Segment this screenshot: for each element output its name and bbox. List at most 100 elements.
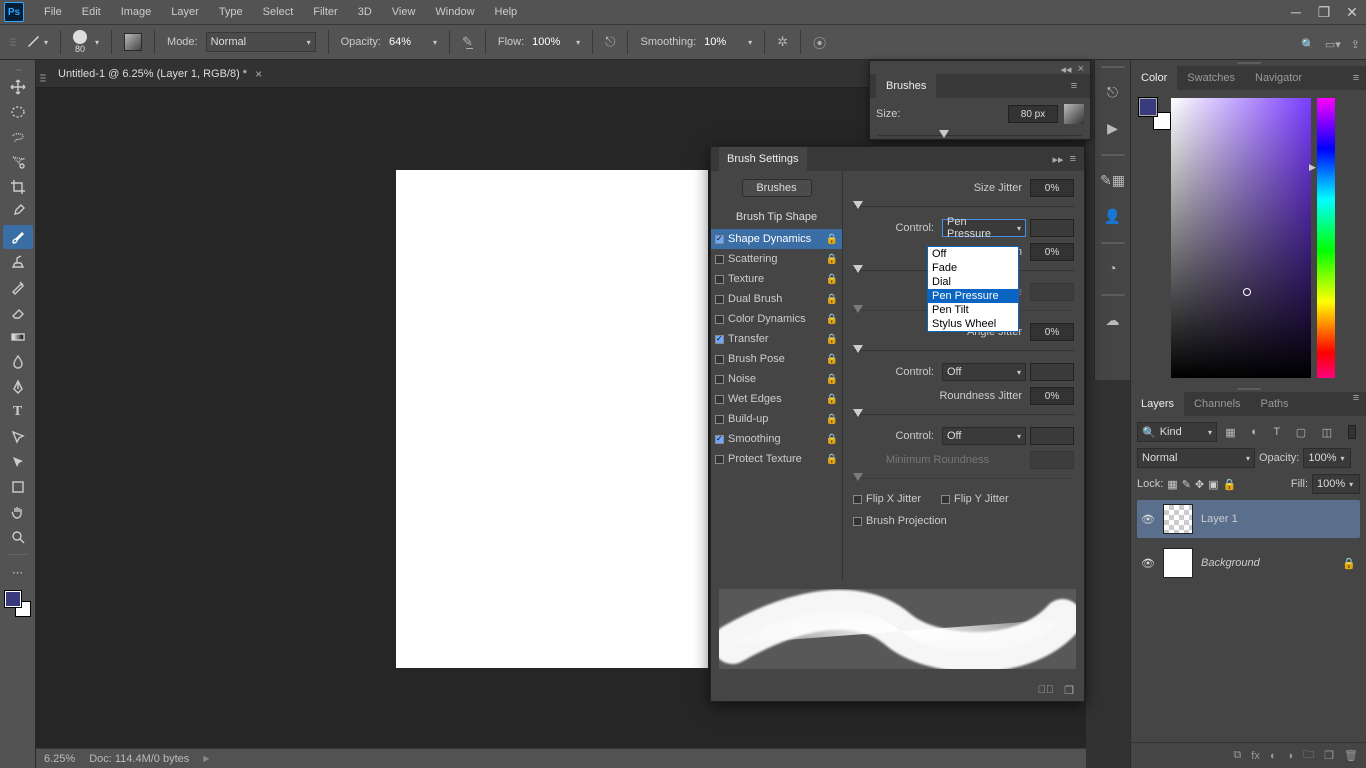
gradient-tool[interactable] [3,325,33,349]
chevron-down-icon[interactable]: ▾ [576,38,580,47]
toolbox-handle[interactable] [1,66,36,74]
brush-size-field[interactable]: 80 px [1008,105,1058,123]
chevron-down-icon[interactable]: ▾ [95,38,99,47]
direct-select-tool[interactable] [3,450,33,474]
lock-icon[interactable]: 🔒 [826,354,838,365]
strip-handle[interactable] [1101,240,1125,246]
checkbox-icon[interactable] [715,255,724,264]
checkbox-icon[interactable] [715,295,724,304]
window-close-button[interactable]: ✕ [1338,0,1366,24]
lock-icon[interactable]: 🔒 [826,314,838,325]
checkbox-icon[interactable] [715,395,724,404]
brush-tip-shape-item[interactable]: Brush Tip Shape [711,207,842,227]
lock-icon[interactable]: 🔒 [826,434,838,445]
close-tab-icon[interactable]: × [255,67,262,81]
filter-pixel-icon[interactable]: ▦ [1225,426,1235,439]
tab-paths[interactable]: Paths [1251,392,1299,416]
blend-mode-select[interactable]: Normal▾ [1137,448,1255,468]
brush-preview-icon[interactable] [1064,104,1084,124]
brush-preset-picker[interactable]: 80 [73,30,87,54]
dropdown-option-pen-pressure[interactable]: Pen Pressure [928,289,1018,303]
brush-option-texture[interactable]: Texture🔒 [711,269,842,289]
checkbox-icon[interactable] [715,455,724,464]
clone-stamp-tool[interactable] [3,250,33,274]
crop-tool[interactable] [3,175,33,199]
close-panel-icon[interactable]: × [1078,63,1084,72]
brush-tool[interactable] [3,225,33,249]
brush-option-shape-dynamics[interactable]: Shape Dynamics🔒 [711,229,842,249]
checkbox-icon[interactable] [715,235,724,244]
layer-name[interactable]: Background [1201,557,1260,569]
menu-window[interactable]: Window [425,0,484,24]
size-jitter-value[interactable]: 0% [1030,179,1074,197]
brush-panel-toggle-icon[interactable] [124,33,142,51]
path-select-tool[interactable] [3,425,33,449]
brush-projection-checkbox[interactable]: Brush Projection [853,515,947,527]
dropdown-option-fade[interactable]: Fade [928,261,1018,275]
status-flyout-icon[interactable]: ▶ [203,754,209,763]
character-panel-icon[interactable]: 👤 [1099,202,1127,230]
brush-option-protect-texture[interactable]: Protect Texture🔒 [711,449,842,469]
adjustment-layer-icon[interactable]: ◑ [1287,750,1294,762]
brush-option-noise[interactable]: Noise🔒 [711,369,842,389]
brushes-button[interactable]: Brushes [742,179,812,197]
document-info[interactable]: Doc: 114.4M/0 bytes [89,753,189,765]
checkbox-icon[interactable] [715,315,724,324]
history-panel-icon[interactable]: ⎋ [1099,78,1127,106]
smoothing-options-icon[interactable]: ✲ [777,34,788,50]
pen-tool[interactable] [3,375,33,399]
lock-icon[interactable]: 🔒 [826,274,838,285]
layer-item[interactable]: 👁 Layer 1 [1137,500,1360,538]
dropdown-option-stylus-wheel[interactable]: Stylus Wheel [928,317,1018,331]
tab-swatches[interactable]: Swatches [1177,66,1245,90]
document-canvas[interactable] [396,170,708,668]
properties-panel-icon[interactable]: ◔ [1099,254,1127,282]
move-tool[interactable] [3,75,33,99]
brush-option-brush-pose[interactable]: Brush Pose🔒 [711,349,842,369]
menu-3d[interactable]: 3D [348,0,382,24]
menu-image[interactable]: Image [111,0,162,24]
lock-icon[interactable]: 🔒 [826,254,838,265]
control-dropdown-3[interactable]: Off▾ [942,427,1026,445]
options-bar-handle[interactable] [8,33,18,51]
filter-type-icon[interactable]: T [1273,426,1280,438]
lock-icon[interactable]: 🔒 [826,334,838,345]
lock-pixels-icon[interactable]: ✎ [1182,478,1191,491]
search-icon[interactable]: 🔍 [1301,38,1315,51]
brush-option-build-up[interactable]: Build-up🔒 [711,409,842,429]
panel-menu-icon[interactable]: ≡ [1346,72,1366,84]
lasso-tool[interactable] [3,125,33,149]
lock-all-icon[interactable]: 🔒 [1223,478,1237,491]
history-brush-tool[interactable] [3,275,33,299]
tab-layers[interactable]: Layers [1131,392,1184,416]
flow-value[interactable]: 100% [532,36,568,48]
layer-name[interactable]: Layer 1 [1201,513,1238,525]
menu-view[interactable]: View [382,0,426,24]
window-minimize-button[interactable]: ─ [1282,0,1310,24]
tab-bar-handle[interactable] [38,69,48,87]
shape-tool[interactable] [3,475,33,499]
strip-handle[interactable] [1101,64,1125,70]
visibility-icon[interactable]: 👁 [1141,513,1155,526]
brush-option-wet-edges[interactable]: Wet Edges🔒 [711,389,842,409]
preview-toggle-icon[interactable]: 👁⃠ [1038,684,1055,696]
share-icon[interactable]: ⇪ [1351,38,1360,51]
checkbox-icon[interactable] [715,275,724,284]
control-aux-field[interactable] [1030,219,1074,237]
type-tool[interactable]: T [3,400,33,424]
lock-icon[interactable]: 🔒 [826,394,838,405]
brush-option-dual-brush[interactable]: Dual Brush🔒 [711,289,842,309]
link-layers-icon[interactable]: ⧉ [1233,749,1241,762]
hue-slider[interactable] [1317,98,1335,378]
checkbox-icon[interactable] [715,415,724,424]
color-field[interactable] [1171,98,1311,378]
flip-x-checkbox[interactable]: Flip X Jitter [853,493,921,505]
strip-handle[interactable] [1101,152,1125,158]
roundness-jitter-value[interactable]: 0% [1030,387,1074,405]
tab-channels[interactable]: Channels [1184,392,1250,416]
layer-thumbnail[interactable] [1163,548,1193,578]
tool-preset-picker[interactable]: ▾ [26,34,48,50]
brush-option-transfer[interactable]: Transfer🔒 [711,329,842,349]
flip-y-checkbox[interactable]: Flip Y Jitter [941,493,1009,505]
filter-toggle-icon[interactable] [1348,425,1356,439]
